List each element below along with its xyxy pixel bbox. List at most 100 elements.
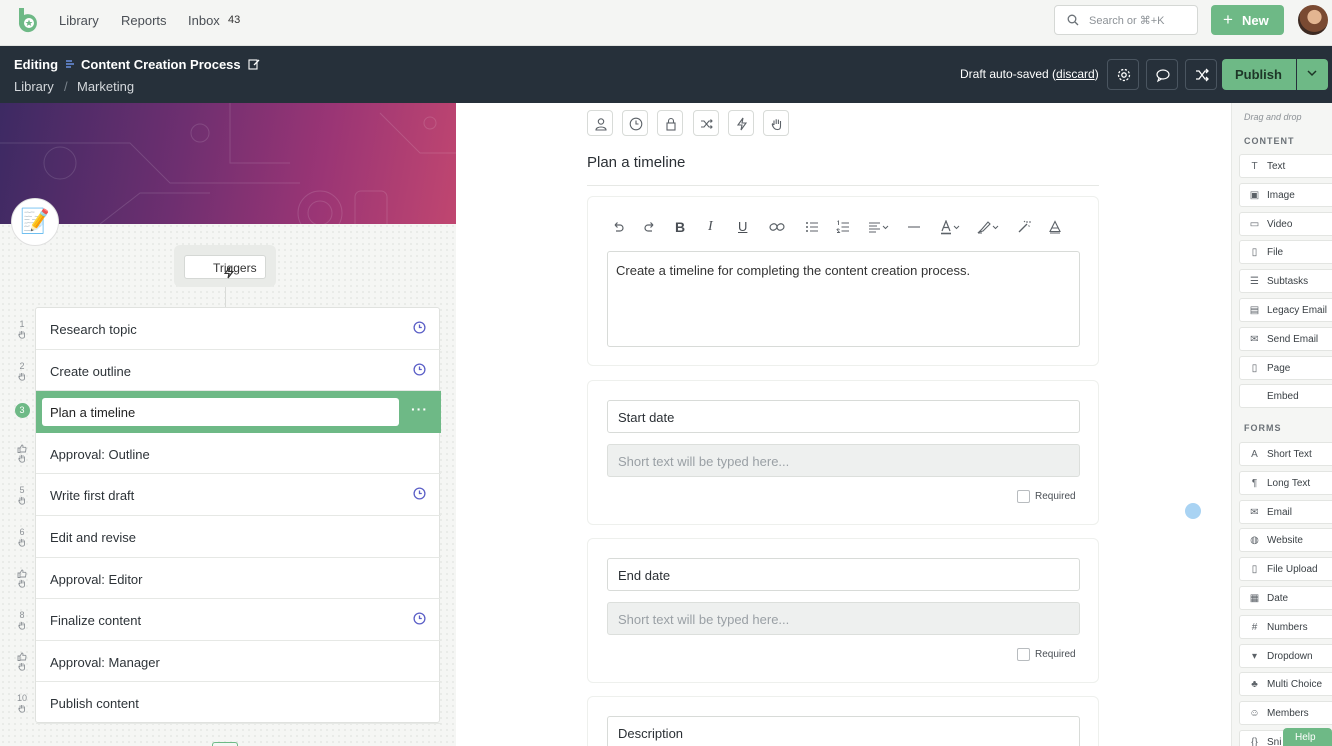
edit-title-icon[interactable] <box>248 58 260 70</box>
task-step-row[interactable]: Finalize content <box>36 599 441 641</box>
breadcrumb-marketing[interactable]: Marketing <box>77 79 134 94</box>
widget-date[interactable]: ▦ Date <box>1239 586 1332 610</box>
widget-file-upload[interactable]: ▯ File Upload <box>1239 557 1332 582</box>
step-label: Plan a timeline <box>50 405 136 421</box>
workflow-emoji[interactable]: 📝 <box>11 198 59 246</box>
search-input[interactable]: Search or ⌘+K <box>1054 5 1198 35</box>
step-gutter[interactable] <box>12 443 32 463</box>
approval-step-row[interactable]: Approval: Outline <box>36 433 441 475</box>
due-date-clock-icon <box>413 612 426 625</box>
task-step-row[interactable]: Research topic <box>36 308 441 350</box>
widget-dropdown[interactable]: ▾ Dropdown <box>1239 643 1332 668</box>
widget-image[interactable]: ▣ Image <box>1239 182 1332 207</box>
comments-button[interactable] <box>1146 59 1178 90</box>
app-logo[interactable] <box>15 6 41 34</box>
add-step-tab[interactable] <box>212 742 238 746</box>
step-gutter[interactable]: 3 <box>12 403 32 419</box>
cover-image[interactable] <box>0 103 456 224</box>
task-step-row[interactable]: Write first draft <box>36 474 441 516</box>
help-button[interactable]: Help <box>1283 728 1332 746</box>
publish-options-button[interactable] <box>1297 59 1328 90</box>
approval-step-row[interactable]: Approval: Editor <box>36 558 441 600</box>
widget-legacy-email[interactable]: ▤ Legacy Email <box>1239 298 1332 322</box>
approval-step-row[interactable]: Approval: Manager <box>36 641 441 683</box>
widget-send-email[interactable]: ✉ Send Email <box>1239 326 1332 351</box>
step-title[interactable]: Plan a timeline <box>587 154 685 171</box>
stop-task-button[interactable] <box>763 110 789 136</box>
step-gutter[interactable]: 1 <box>12 319 32 339</box>
field-label-input[interactable]: Start date <box>607 400 1080 433</box>
divider <box>587 185 1099 186</box>
text-color-icon[interactable] <box>940 220 962 235</box>
workflow-icon <box>64 58 76 70</box>
widget-email[interactable]: ✉ Email <box>1239 499 1332 524</box>
bold-icon[interactable]: B <box>675 219 685 235</box>
nav-inbox[interactable]: Inbox <box>188 13 220 28</box>
text-editor-content[interactable]: Create a timeline for completing the con… <box>607 251 1080 347</box>
widget-file[interactable]: ▯ File <box>1239 240 1332 265</box>
field-label-input[interactable]: End date <box>607 558 1080 591</box>
step-gutter[interactable] <box>12 568 32 588</box>
italic-icon[interactable]: I <box>708 219 713 235</box>
step-gutter[interactable] <box>12 651 32 671</box>
required-checkbox[interactable] <box>1017 648 1030 661</box>
highlight-icon[interactable] <box>977 220 1001 234</box>
required-checkbox[interactable] <box>1017 490 1030 503</box>
breadcrumb-separator: / <box>64 79 68 94</box>
draft-status-text: Draft auto-saved ( <box>960 67 1057 81</box>
numbered-list-icon[interactable] <box>836 220 850 234</box>
undo-icon[interactable] <box>611 220 625 234</box>
more-options-icon[interactable]: ··· <box>411 401 428 417</box>
assign-button[interactable] <box>587 110 613 136</box>
bullet-list-icon[interactable] <box>805 220 819 234</box>
widget-long-text[interactable]: ¶ Long Text <box>1239 470 1332 495</box>
field-preview: Short text will be typed here... <box>607 444 1080 477</box>
step-gutter[interactable]: 8 <box>12 610 32 630</box>
task-step-row[interactable]: Publish content <box>36 682 441 724</box>
task-step-row[interactable]: Plan a timeline ··· <box>36 391 441 433</box>
task-step-row[interactable]: Edit and revise <box>36 516 441 558</box>
automation-button[interactable] <box>728 110 754 136</box>
horizontal-rule-icon[interactable] <box>907 220 921 234</box>
publish-button[interactable]: Publish <box>1222 59 1296 90</box>
underline-icon[interactable]: U <box>738 219 747 234</box>
clear-format-icon[interactable] <box>1048 220 1062 234</box>
drag-drop-hint: Drag and drop <box>1244 112 1302 122</box>
nav-library[interactable]: Library <box>59 13 99 28</box>
redo-icon[interactable] <box>643 220 657 234</box>
task-step-row[interactable]: Create outline <box>36 350 441 392</box>
user-avatar[interactable] <box>1298 5 1328 35</box>
breadcrumb-library[interactable]: Library <box>14 79 54 94</box>
workflow-title[interactable]: Content Creation Process <box>81 57 241 72</box>
step-gutter[interactable]: 2 <box>12 361 32 381</box>
widget-label: Embed <box>1267 391 1299 403</box>
triggers-button[interactable]: Triggers <box>184 255 266 279</box>
widget-video[interactable]: ▭ Video <box>1239 211 1332 236</box>
permissions-button[interactable] <box>657 110 683 136</box>
widget-short-text[interactable]: A Short Text <box>1239 442 1332 466</box>
widget-embed[interactable]: Embed <box>1239 384 1332 409</box>
step-name-input[interactable]: Plan a timeline <box>42 398 399 427</box>
step-gutter[interactable]: 10 <box>12 693 32 714</box>
widget-page[interactable]: ▯ Page <box>1239 355 1332 380</box>
settings-button[interactable] <box>1107 59 1139 90</box>
due-date-button[interactable] <box>622 110 648 136</box>
automations-button[interactable] <box>1185 59 1217 90</box>
field-label-input[interactable]: Description <box>607 716 1080 746</box>
widget-text[interactable]: T Text <box>1239 154 1332 178</box>
nav-reports[interactable]: Reports <box>121 13 167 28</box>
step-label: Finalize content <box>50 613 142 629</box>
widget-numbers[interactable]: # Numbers <box>1239 614 1332 639</box>
conditional-logic-button[interactable] <box>693 110 719 136</box>
widget-subtasks[interactable]: ☰ Subtasks <box>1239 269 1332 294</box>
widget-multi-choice[interactable]: ♣ Multi Choice <box>1239 672 1332 697</box>
link-icon[interactable] <box>769 220 785 234</box>
step-gutter[interactable]: 5 <box>12 485 32 506</box>
widget-members[interactable]: ☺ Members <box>1239 701 1332 726</box>
align-icon[interactable] <box>868 220 890 234</box>
magic-wand-icon[interactable] <box>1017 220 1031 234</box>
widget-website[interactable]: ◍ Website <box>1239 528 1332 553</box>
new-button[interactable]: + New <box>1211 5 1284 35</box>
discard-link[interactable]: discard <box>1056 67 1095 81</box>
step-gutter[interactable]: 6 <box>12 527 32 547</box>
